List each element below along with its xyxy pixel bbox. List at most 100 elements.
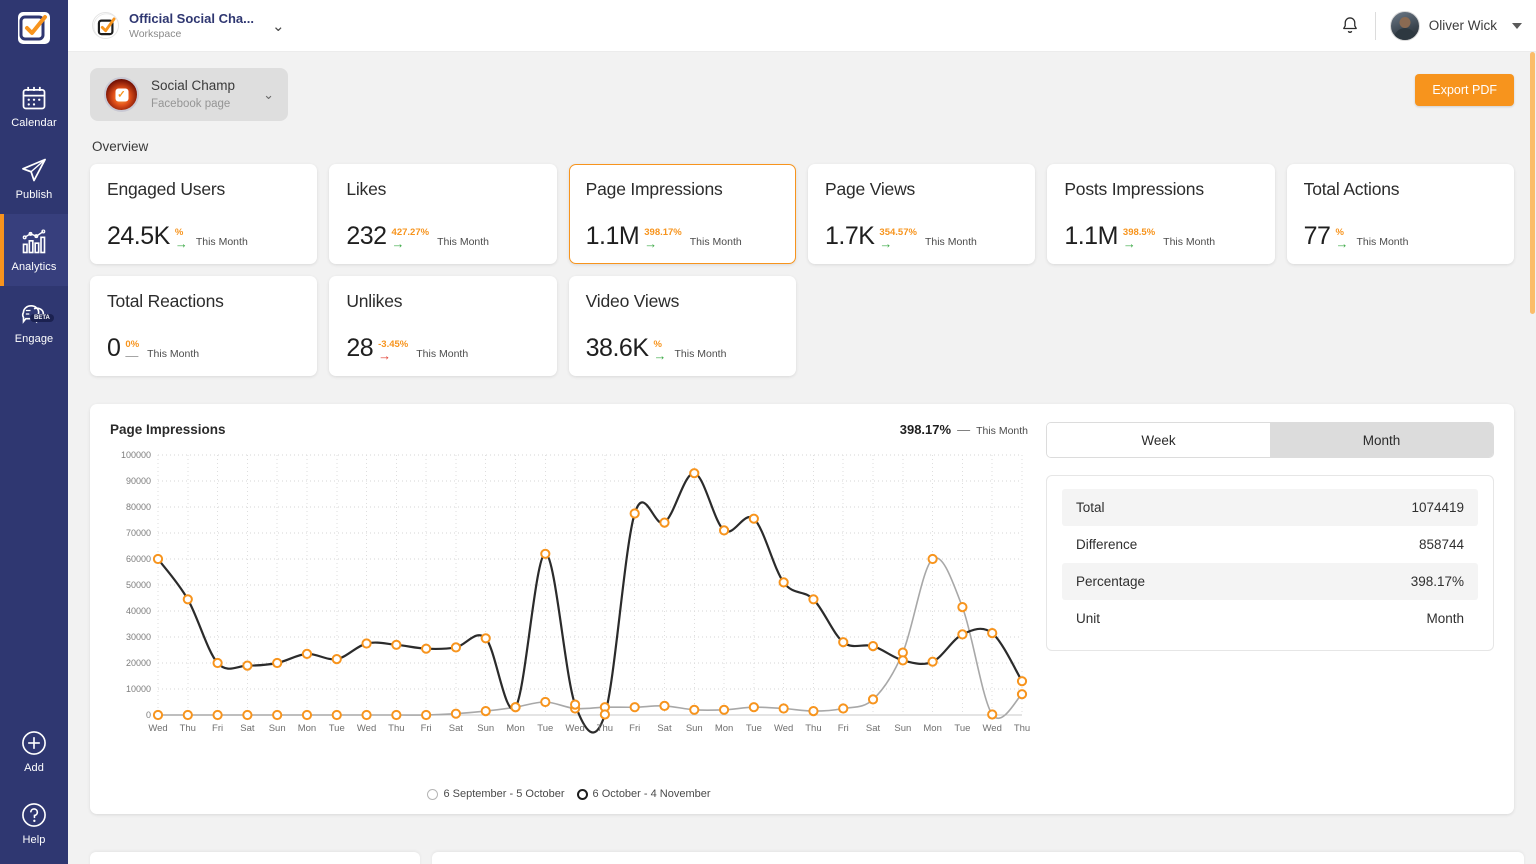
stat-card-page-impressions[interactable]: Page Impressions 1.1M 398.17% → This Mon… bbox=[569, 164, 796, 264]
line-chart-svg[interactable]: 0100002000030000400005000060000700008000… bbox=[110, 447, 1030, 747]
stat-card-title: Video Views bbox=[586, 291, 779, 312]
page-chevron-down-icon[interactable]: ⌄ bbox=[263, 87, 274, 103]
workspace-switcher[interactable]: Official Social Cha... Workspace ⌄ bbox=[92, 11, 285, 40]
range-toggle: Week Month bbox=[1046, 422, 1494, 458]
tab-month[interactable]: Month bbox=[1270, 423, 1493, 457]
sidebar-item-publish[interactable]: Publish bbox=[0, 142, 68, 214]
stat-card-period: This Month bbox=[925, 236, 977, 248]
trend-up-icon: → bbox=[1123, 239, 1136, 249]
svg-text:Wed: Wed bbox=[565, 723, 584, 734]
stat-card-bottom: 38.6K % → This Month bbox=[586, 336, 779, 361]
legend-radio-icon[interactable] bbox=[427, 789, 438, 800]
user-menu[interactable]: Oliver Wick bbox=[1390, 11, 1522, 41]
stat-card-bottom: 1.1M 398.17% → This Month bbox=[586, 224, 779, 249]
workspace-logo-icon bbox=[93, 13, 119, 39]
stat-card-video-views[interactable]: Video Views 38.6K % → This Month bbox=[569, 276, 796, 376]
stat-card-engaged-users[interactable]: Engaged Users 24.5K % → This Month bbox=[90, 164, 317, 264]
svg-text:Sun: Sun bbox=[269, 723, 286, 734]
chevron-down-icon[interactable]: ⌄ bbox=[272, 17, 285, 35]
sidebar-item-analytics[interactable]: Analytics bbox=[0, 214, 68, 286]
stat-card-value: 1.1M bbox=[586, 224, 640, 249]
svg-text:50000: 50000 bbox=[126, 580, 151, 590]
stat-card-value: 0 bbox=[107, 336, 120, 361]
svg-text:Fri: Fri bbox=[421, 723, 432, 734]
trend-up-icon: → bbox=[1335, 239, 1348, 249]
legend-item-previous[interactable]: 6 September - 5 October bbox=[427, 788, 564, 800]
stat-row-total: Total 1074419 bbox=[1062, 489, 1478, 526]
chart-header: Page Impressions 398.17% — This Month bbox=[110, 422, 1028, 437]
overview-heading: Overview bbox=[92, 139, 1514, 154]
sidebar-item-help[interactable]: Help bbox=[0, 792, 68, 864]
sidebar-item-calendar[interactable]: Calendar bbox=[0, 70, 68, 142]
stat-card-posts-impressions[interactable]: Posts Impressions 1.1M 398.5% → This Mon… bbox=[1047, 164, 1274, 264]
stat-card-delta: 398.5% → bbox=[1123, 228, 1155, 249]
svg-text:Sat: Sat bbox=[657, 723, 672, 734]
page-impressions-panel: Page Impressions 398.17% — This Month 01… bbox=[90, 404, 1514, 814]
sidebar-item-engage[interactable]: BETA Engage bbox=[0, 286, 68, 358]
stat-card-value: 24.5K bbox=[107, 224, 170, 249]
chart-title: Page Impressions bbox=[110, 422, 226, 437]
stat-card-title: Unlikes bbox=[346, 291, 539, 312]
sidebar-label-help: Help bbox=[22, 834, 45, 846]
stat-label: Percentage bbox=[1076, 574, 1145, 589]
stat-value: Month bbox=[1426, 611, 1464, 626]
tab-week[interactable]: Week bbox=[1047, 423, 1270, 457]
export-pdf-button[interactable]: Export PDF bbox=[1415, 74, 1514, 106]
trend-up-icon: → bbox=[879, 239, 892, 249]
engage-beta-badge: BETA bbox=[30, 314, 54, 322]
left-sidebar: Calendar Publish Analytics bbox=[0, 0, 68, 864]
stat-card-period: This Month bbox=[147, 348, 199, 360]
stat-card-period: This Month bbox=[1356, 236, 1408, 248]
page-scrollbar-track[interactable] bbox=[1529, 52, 1536, 864]
stat-card-title: Total Actions bbox=[1304, 179, 1497, 200]
paper-plane-icon bbox=[20, 156, 48, 184]
svg-text:Wed: Wed bbox=[774, 723, 793, 734]
app-logo[interactable] bbox=[18, 12, 50, 44]
trend-up-icon: → bbox=[654, 351, 667, 361]
page-avatar bbox=[104, 77, 139, 112]
chart-right-column: Week Month Total 1074419 Difference 8587… bbox=[1046, 422, 1494, 800]
top-bar-right: Oliver Wick bbox=[1339, 11, 1522, 41]
sidebar-item-add[interactable]: Add bbox=[0, 720, 68, 792]
svg-text:Sat: Sat bbox=[240, 723, 255, 734]
topbar-divider bbox=[1375, 12, 1376, 40]
stat-card-period: This Month bbox=[196, 236, 248, 248]
stat-card-delta: 0% — bbox=[125, 340, 139, 361]
workspace-subtitle: Workspace bbox=[129, 28, 254, 41]
svg-text:Mon: Mon bbox=[506, 723, 524, 734]
stat-card-bottom: 28 -3.45% → This Month bbox=[346, 336, 539, 361]
bell-icon[interactable] bbox=[1339, 15, 1361, 37]
stat-card-value: 28 bbox=[346, 336, 373, 361]
sidebar-label-analytics: Analytics bbox=[12, 261, 57, 273]
stat-card-bottom: 77 % → This Month bbox=[1304, 224, 1497, 249]
svg-text:Sun: Sun bbox=[477, 723, 494, 734]
stat-card-total-actions[interactable]: Total Actions 77 % → This Month bbox=[1287, 164, 1514, 264]
page-scrollbar-thumb[interactable] bbox=[1530, 52, 1535, 314]
svg-text:Mon: Mon bbox=[298, 723, 316, 734]
stat-card-unlikes[interactable]: Unlikes 28 -3.45% → This Month bbox=[329, 276, 556, 376]
chart-plot-area[interactable]: 0100002000030000400005000060000700008000… bbox=[110, 447, 1028, 786]
app-root: Calendar Publish Analytics bbox=[0, 0, 1536, 864]
stat-card-title: Engaged Users bbox=[107, 179, 300, 200]
stat-label: Difference bbox=[1076, 537, 1137, 552]
stat-value: 1074419 bbox=[1411, 500, 1464, 515]
facebook-page-selector[interactable]: Social Champ Facebook page ⌄ bbox=[90, 68, 288, 121]
svg-text:Tue: Tue bbox=[537, 723, 553, 734]
legend-item-current[interactable]: 6 October - 4 November bbox=[577, 788, 711, 800]
svg-text:70000: 70000 bbox=[126, 528, 151, 538]
stat-card-page-views[interactable]: Page Views 1.7K 354.57% → This Month bbox=[808, 164, 1035, 264]
stat-card-value: 232 bbox=[346, 224, 386, 249]
user-chevron-down-icon[interactable] bbox=[1512, 23, 1522, 29]
stat-card-delta: % → bbox=[175, 228, 188, 249]
legend-radio-selected-icon[interactable] bbox=[577, 789, 588, 800]
stat-card-delta: % → bbox=[1335, 228, 1348, 249]
plus-circle-icon bbox=[20, 729, 48, 757]
bar-chart-icon bbox=[20, 228, 48, 256]
svg-text:60000: 60000 bbox=[126, 554, 151, 564]
trend-down-icon: → bbox=[378, 351, 391, 361]
stat-card-total-reactions[interactable]: Total Reactions 0 0% — This Month bbox=[90, 276, 317, 376]
chart-period: This Month bbox=[976, 425, 1028, 437]
stat-value: 398.17% bbox=[1411, 574, 1464, 589]
stat-card-likes[interactable]: Likes 232 427.27% → This Month bbox=[329, 164, 556, 264]
trend-up-icon: → bbox=[644, 239, 657, 249]
